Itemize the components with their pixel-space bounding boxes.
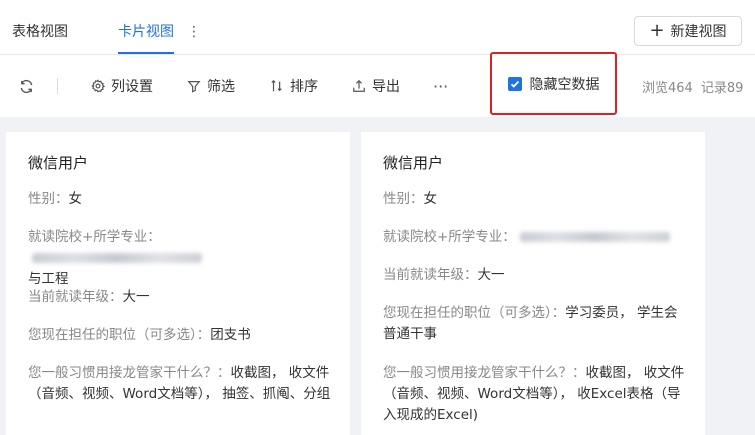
field-position: 您现在担任的职位（可多选）：团支书: [28, 327, 251, 343]
checkmark-icon: [510, 80, 519, 88]
export-icon: [353, 79, 365, 92]
views-count: 浏览464: [642, 80, 693, 96]
filter-icon: [187, 81, 201, 93]
sort-button[interactable]: 排序: [270, 55, 318, 117]
refresh-icon: [20, 79, 33, 93]
redacted-text: [519, 232, 670, 242]
record-card[interactable]: 微信用户 性别：女 就读院校+所学专业： 与工程 当前就读年级：大一 您现在担任…: [6, 132, 350, 435]
sort-icon: [271, 79, 282, 92]
new-view-label: 新建视图: [670, 24, 727, 40]
tab-card-view[interactable]: 卡片视图: [118, 0, 174, 54]
toolbar: 列设置 筛选 排序 导出 ··· 浏览464 记录89: [0, 55, 755, 117]
export-button[interactable]: 导出: [352, 55, 400, 117]
gear-icon: [91, 79, 105, 93]
record-card[interactable]: 微信用户 性别：女 就读院校+所学专业： 当前就读年级：大一 您现在担任的职位（…: [361, 132, 705, 435]
hide-empty-data-toggle[interactable]: 隐藏空数据: [490, 52, 617, 115]
export-label: 导出: [372, 79, 400, 95]
field-gender: 性别：女: [383, 191, 437, 207]
new-view-button[interactable]: + 新建视图: [634, 16, 742, 46]
sort-label: 排序: [290, 79, 318, 95]
card-title: 微信用户: [383, 154, 444, 172]
toolbar-divider: [57, 78, 58, 94]
field-grade: 当前就读年级：大一: [28, 289, 150, 305]
records-count: 记录89: [700, 80, 744, 96]
field-school: 就读院校+所学专业： 与工程: [28, 227, 332, 290]
hide-empty-data-label: 隐藏空数据: [529, 76, 600, 93]
tab-table-view[interactable]: 表格视图: [12, 0, 68, 54]
field-position: 您现在担任的职位（可多选）：学习委员， 学生会普通干事: [383, 305, 678, 342]
field-school: 就读院校+所学专业：: [383, 227, 687, 248]
field-usage: 您一般习惯用接龙管家干什么？：收截图， 收文件（音频、视频、Word文档等）， …: [383, 365, 685, 423]
redacted-text: [32, 253, 202, 263]
more-options-button[interactable]: ···: [433, 55, 448, 117]
filter-button[interactable]: 筛选: [187, 55, 235, 117]
tab-more-icon[interactable]: ⋮: [187, 24, 201, 40]
filter-label: 筛选: [207, 79, 235, 95]
plus-icon: +: [649, 20, 665, 41]
column-settings-button[interactable]: 列设置: [91, 55, 153, 117]
record-stats: 浏览464 记录89: [642, 55, 751, 117]
field-grade: 当前就读年级：大一: [383, 267, 505, 283]
column-settings-label: 列设置: [111, 79, 153, 95]
card-title: 微信用户: [28, 154, 89, 172]
checkbox-checked[interactable]: [507, 76, 522, 91]
field-usage: 您一般习惯用接龙管家干什么？：收截图， 收文件（音频、视频、Word文档等）， …: [28, 365, 331, 402]
view-tabs-bar: 表格视图 卡片视图 ⋮ + 新建视图: [0, 0, 755, 55]
refresh-button[interactable]: [19, 55, 40, 117]
field-gender: 性别：女: [28, 191, 82, 207]
